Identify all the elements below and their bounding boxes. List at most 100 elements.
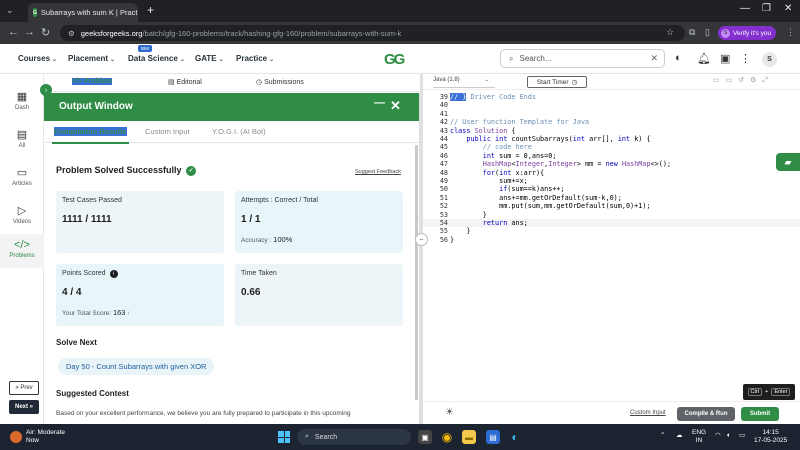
close-output-icon[interactable]: ✕ xyxy=(390,98,401,114)
volume-icon[interactable]: 🔈︎ xyxy=(727,432,731,440)
dark-mode-icon[interactable]: ◐ xyxy=(675,52,682,64)
code-line[interactable]: // code here xyxy=(450,143,532,151)
extensions-icon[interactable]: ⧉ xyxy=(689,27,695,38)
submit-button[interactable]: Submit xyxy=(741,407,779,421)
code-line[interactable]: for(int x:arr){ xyxy=(450,169,544,177)
tab-custom-input[interactable]: Custom Input xyxy=(145,127,190,136)
rail-videos[interactable]: ▷ Videos xyxy=(0,204,44,234)
maximize-icon[interactable]: ❐ xyxy=(762,3,771,14)
user-avatar[interactable]: S xyxy=(762,52,777,67)
nav-placement[interactable]: Placement ⌄ xyxy=(68,54,115,63)
line-number: 39 xyxy=(439,93,448,101)
back-icon[interactable]: ← xyxy=(8,26,19,38)
nav-data-science[interactable]: Data Science ⌄ xyxy=(128,54,185,63)
code-line[interactable]: return ans; xyxy=(450,219,528,227)
gfg-logo[interactable]: GG xyxy=(384,51,405,68)
code-line[interactable]: ans+=mm.getOrDefault(sum-k,0); xyxy=(450,194,622,202)
store-icon[interactable]: ▤ xyxy=(486,430,500,444)
code-line[interactable]: } xyxy=(450,227,470,235)
prev-button[interactable]: « Prev xyxy=(9,381,39,395)
tab-submissions[interactable]: ◷ Submissions xyxy=(256,78,304,86)
rail-problems[interactable]: </> Problems xyxy=(0,234,44,268)
task-view-icon[interactable]: ▣ xyxy=(418,430,432,444)
total-score: Your Total Score: 163 ↑ xyxy=(62,308,131,317)
tab-problem[interactable]: </> Problem xyxy=(72,78,113,85)
code-editor[interactable]: 39// } Driver Code Ends 40 41 42// User fun… xyxy=(423,90,800,400)
clear-search-icon[interactable]: ✕ xyxy=(650,53,658,64)
site-search-input[interactable]: ⌕ Search... ✕ xyxy=(500,49,665,68)
timer-icon: ◷ xyxy=(571,79,578,86)
code-line[interactable]: // User function Template for Java xyxy=(450,118,589,126)
cart-icon[interactable]: ▣ xyxy=(720,52,730,65)
chrome-menu-icon[interactable]: ⋮ xyxy=(786,27,795,38)
chrome-icon[interactable]: ◉ xyxy=(440,430,454,444)
minimize-output-icon[interactable]: — xyxy=(374,97,385,109)
language-select[interactable]: Java (1.8) ⌄ xyxy=(433,77,495,88)
tab-search-icon[interactable]: ⌄ xyxy=(6,5,14,16)
hint-bulb-icon[interactable]: ☀ xyxy=(445,407,454,418)
browser-tab-active[interactable]: G Subarrays with sum K | Practice ✕ xyxy=(28,3,138,22)
rail-articles[interactable]: ▭ Articles xyxy=(0,166,44,196)
close-window-icon[interactable]: ✕ xyxy=(784,3,792,14)
site-info-icon[interactable]: ⚙ xyxy=(68,29,75,38)
minimize-icon[interactable]: — xyxy=(740,3,750,14)
output-scrollbar[interactable] xyxy=(415,145,418,400)
file-explorer-icon[interactable]: ▬ xyxy=(462,430,476,444)
tab-yogi-ai-bot[interactable]: Y.O.G.I. (AI Bot) xyxy=(212,127,266,136)
battery-icon[interactable]: ▭ xyxy=(739,432,745,440)
notification-bell-icon[interactable]: 🔔︎ xyxy=(697,52,711,65)
forward-icon[interactable]: → xyxy=(24,26,35,38)
rail-dash[interactable]: ▦ Dash xyxy=(0,90,44,120)
code-line[interactable]: } xyxy=(450,236,454,244)
reload-icon[interactable]: ↻ xyxy=(41,26,50,39)
code-line[interactable]: HashMap<Integer,Integer> mm = new HashMa… xyxy=(450,160,671,168)
code-line[interactable]: int sum = 0,ans=0; xyxy=(450,152,557,160)
cloud-icon[interactable]: ☁ xyxy=(676,432,683,440)
resize-handle-icon[interactable]: ⇔ xyxy=(415,233,428,246)
custom-input-link[interactable]: Custom Input xyxy=(630,410,666,416)
line-number: 45 xyxy=(439,143,448,152)
collapse-rail-icon[interactable]: › xyxy=(40,84,52,96)
next-button[interactable]: Next » xyxy=(9,400,39,414)
taskbar: Air: Moderate Now ⌕ Search ▣ ◉ ▬ ▤ ◐ ⌃ ☁ … xyxy=(0,424,800,450)
language-indicator[interactable]: ENG IN xyxy=(692,429,706,445)
code-line[interactable]: // } Driver Code Ends xyxy=(450,93,536,101)
sidebar-icon[interactable]: ▯ xyxy=(705,27,710,38)
edge-icon[interactable]: ◐ xyxy=(508,430,522,444)
code-line[interactable]: } xyxy=(450,211,487,219)
tray-chevron-icon[interactable]: ⌃ xyxy=(660,432,665,440)
tab-editorial[interactable]: ▤ Editorial xyxy=(168,78,202,86)
code-line[interactable]: sum+=x; xyxy=(450,177,528,185)
editor-tool-icons[interactable]: ▭▭↺⚙⤢ xyxy=(713,76,774,85)
apps-icon[interactable]: ⋮ xyxy=(740,52,751,65)
nav-practice[interactable]: Practice ⌄ xyxy=(236,54,274,63)
wifi-icon[interactable]: ◠ xyxy=(715,432,721,440)
code-line[interactable]: mm.put(sum,mm.getOrDefault(sum,0)+1); xyxy=(450,202,650,210)
weather-icon xyxy=(10,431,22,443)
accuracy: Accuracy : 100% xyxy=(241,235,293,244)
test-cases-value: 1111 / 1111 xyxy=(62,214,112,225)
code-line[interactable]: class Solution { xyxy=(450,127,516,135)
info-icon[interactable]: i xyxy=(109,270,118,278)
code-line[interactable]: public int countSubarrays(int arr[], int… xyxy=(450,135,650,143)
url-input[interactable]: ⚙ geeksforgeeks.org/batch/gfg-160-proble… xyxy=(60,25,685,41)
clock[interactable]: 14:15 17-05-2025 xyxy=(754,429,787,445)
url-host: geeksforgeeks.org xyxy=(80,28,143,38)
chat-icon[interactable]: ▰ xyxy=(776,153,800,171)
nav-courses[interactable]: Courses ⌄ xyxy=(18,54,57,63)
search-icon: ⌕ xyxy=(509,53,514,63)
start-timer-button[interactable]: Start Timer ◷ xyxy=(527,76,587,88)
solve-next-link[interactable]: Day 50 - Count Subarrays with given XOR xyxy=(58,358,215,375)
bookmark-star-icon[interactable]: ☆ xyxy=(666,27,674,38)
rail-all[interactable]: ▤ All xyxy=(0,128,44,158)
tab-compilation-results[interactable]: Compilation Results xyxy=(52,127,129,144)
new-tab-icon[interactable]: + xyxy=(147,3,154,17)
test-cases-label: Test Cases Passed xyxy=(62,197,122,204)
start-icon[interactable] xyxy=(278,431,290,443)
taskbar-search[interactable]: ⌕ Search xyxy=(297,429,411,445)
verify-profile-button[interactable]: S Verify it's you xyxy=(718,26,776,40)
code-line[interactable]: if(sum==k)ans++; xyxy=(450,185,564,193)
suggest-feedback-link[interactable]: Suggest Feedback xyxy=(355,169,401,175)
compile-run-button[interactable]: Compile & Run xyxy=(677,407,735,421)
nav-gate[interactable]: GATE ⌄ xyxy=(195,54,224,63)
